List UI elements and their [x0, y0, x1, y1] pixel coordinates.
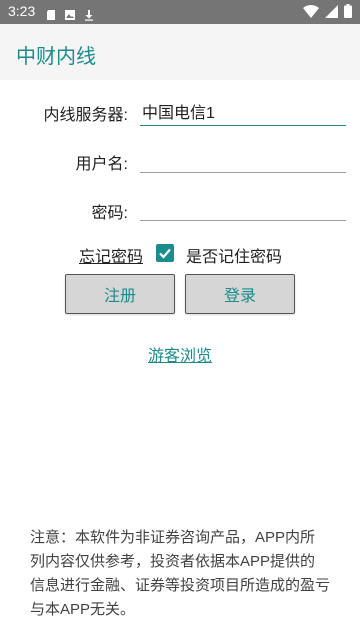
login-button[interactable]: 登录: [185, 274, 295, 314]
status-bar: 3:23: [0, 0, 360, 24]
server-input[interactable]: [140, 96, 346, 126]
status-right-icons: [303, 3, 352, 22]
server-label: 内线服务器:: [43, 107, 128, 124]
register-button[interactable]: 注册: [65, 274, 175, 314]
app-bar: 中财内线: [0, 24, 360, 80]
signal-icon: [325, 3, 338, 22]
battery-icon: [344, 3, 352, 22]
remember-password-checkbox[interactable]: [156, 244, 174, 262]
forgot-password-link[interactable]: 忘记密码: [79, 243, 143, 267]
disclaimer-text: 注意：本软件为非证券咨询产品，APP内所列内容仅供参考，投资者依据本APP提供的…: [30, 529, 331, 618]
sd-card-icon: [45, 6, 57, 20]
wifi-icon: [303, 3, 319, 22]
guest-browse-link[interactable]: 游客浏览: [0, 342, 360, 366]
image-icon: [64, 6, 76, 20]
password-label: 密码:: [91, 205, 128, 222]
username-label: 用户名:: [75, 156, 128, 173]
checkmark-icon: [159, 248, 171, 259]
app-title: 中财内线: [16, 46, 96, 68]
download-icon: [83, 6, 95, 21]
password-input[interactable]: [140, 191, 346, 221]
remember-password-label[interactable]: 是否记住密码: [186, 243, 282, 267]
status-time: 3:23: [8, 3, 36, 19]
username-input[interactable]: [140, 143, 346, 173]
